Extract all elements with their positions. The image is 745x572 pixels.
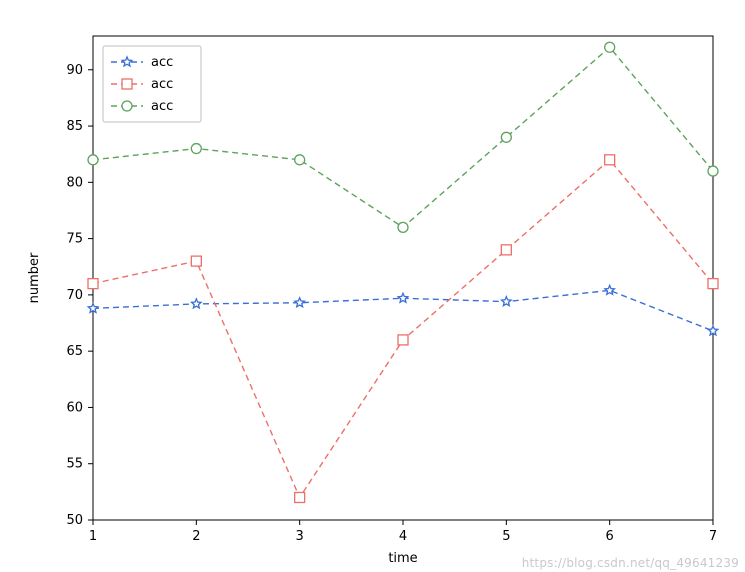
legend-label: acc [151, 77, 173, 92]
y-tick-label: 65 [66, 344, 83, 359]
y-tick-label: 55 [66, 457, 83, 472]
star-marker [398, 293, 408, 302]
line-chart: 1234567time505560657075808590numberaccac… [0, 0, 745, 572]
star-marker [605, 285, 615, 294]
x-tick-label: 3 [296, 529, 304, 544]
square-marker [295, 492, 305, 502]
legend-label: acc [151, 99, 173, 114]
square-marker [398, 335, 408, 345]
square-marker [501, 245, 511, 255]
series-markers [88, 285, 718, 335]
series-line [93, 160, 713, 498]
series-markers [88, 155, 718, 503]
y-tick-label: 50 [66, 513, 83, 528]
x-tick-label: 5 [502, 529, 510, 544]
star-marker [88, 303, 98, 312]
square-marker [708, 279, 718, 289]
circle-marker [501, 132, 511, 142]
y-tick-label: 85 [66, 119, 83, 134]
circle-marker [708, 166, 718, 176]
legend-label: acc [151, 55, 173, 70]
y-tick-label: 70 [66, 288, 83, 303]
y-tick-label: 80 [66, 175, 83, 190]
chart-container: 1234567time505560657075808590numberaccac… [0, 0, 745, 572]
square-marker [122, 79, 132, 89]
circle-marker [88, 155, 98, 165]
square-marker [605, 155, 615, 165]
x-tick-label: 1 [89, 529, 97, 544]
legend: acc acc acc [103, 46, 201, 122]
star-marker [502, 297, 512, 306]
x-tick-label: 4 [399, 529, 407, 544]
circle-marker [398, 222, 408, 232]
x-tick-label: 6 [606, 529, 614, 544]
x-tick-label: 2 [192, 529, 200, 544]
y-tick-label: 75 [66, 232, 83, 247]
y-tick-label: 60 [66, 400, 83, 415]
star-marker [295, 298, 305, 307]
y-tick-label: 90 [66, 63, 83, 78]
star-marker [708, 326, 718, 335]
star-marker [192, 299, 202, 308]
x-tick-label: 7 [709, 529, 717, 544]
circle-marker [122, 101, 132, 111]
circle-marker [191, 144, 201, 154]
x-axis-label: time [388, 551, 417, 566]
circle-marker [295, 155, 305, 165]
circle-marker [605, 42, 615, 52]
square-marker [88, 279, 98, 289]
y-axis-label: number [27, 252, 42, 303]
square-marker [191, 256, 201, 266]
